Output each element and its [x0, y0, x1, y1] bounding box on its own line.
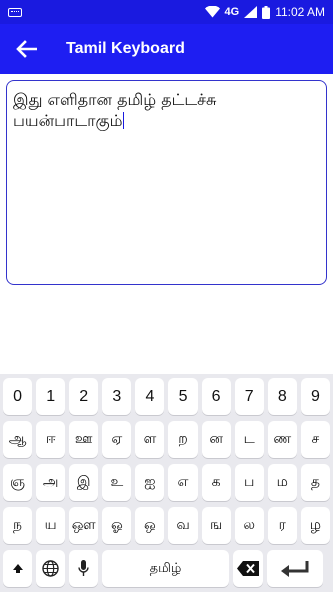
- keyboard-notification-icon: [8, 7, 22, 17]
- letter-key-3[interactable]: ஏ: [102, 421, 132, 458]
- letter-key-5[interactable]: எ: [168, 464, 198, 501]
- letter-key-8[interactable]: ர: [267, 507, 297, 544]
- letter-key-0[interactable]: ந: [3, 507, 33, 544]
- number-key-3[interactable]: 3: [102, 378, 132, 415]
- voice-input-key[interactable]: [69, 550, 98, 587]
- number-key-0[interactable]: 0: [3, 378, 33, 415]
- letter-key-7[interactable]: ப: [234, 464, 264, 501]
- letter-key-3[interactable]: ஓ: [102, 507, 132, 544]
- status-time: 11:02 AM: [275, 5, 325, 19]
- letter-key-8[interactable]: ண: [267, 421, 297, 458]
- letter-key-1[interactable]: ஈ: [36, 421, 66, 458]
- backspace-key[interactable]: [233, 550, 263, 587]
- enter-arrow-icon: [281, 560, 309, 577]
- letter-key-1[interactable]: ய: [36, 507, 66, 544]
- letter-key-1[interactable]: அ: [36, 464, 66, 501]
- back-arrow-icon: [16, 40, 37, 58]
- number-key-5[interactable]: 5: [168, 378, 198, 415]
- enter-key[interactable]: [267, 550, 323, 587]
- space-key[interactable]: தமிழ்: [102, 550, 229, 587]
- tamil-keyboard: 0123456789 ஆஈஊஏளறனடணச ஞஅஇஉஐஎகபமத நயஔஓஒவங…: [0, 374, 333, 592]
- number-key-1[interactable]: 1: [36, 378, 66, 415]
- back-button[interactable]: [0, 24, 52, 74]
- letter-key-5[interactable]: ற: [168, 421, 198, 458]
- network-type: 4G: [224, 6, 240, 18]
- microphone-icon: [78, 560, 89, 576]
- letter-key-8[interactable]: ம: [267, 464, 297, 501]
- letter-key-3[interactable]: உ: [102, 464, 132, 501]
- status-bar: 4G 11:02 AM: [0, 0, 333, 24]
- keyboard-row-2: ஆஈஊஏளறனடணச: [3, 421, 330, 458]
- editor-text: இது எளிதான தமிழ் தட்டச்சு பயன்பாடாகும்: [13, 90, 217, 130]
- letter-key-9[interactable]: ச: [300, 421, 330, 458]
- battery-icon: [262, 5, 271, 19]
- number-key-2[interactable]: 2: [69, 378, 99, 415]
- letter-key-4[interactable]: ஐ: [135, 464, 165, 501]
- letter-key-6[interactable]: ங: [201, 507, 231, 544]
- letter-key-7[interactable]: ல: [234, 507, 264, 544]
- letter-key-4[interactable]: ள: [135, 421, 165, 458]
- backspace-icon: [237, 561, 259, 576]
- letter-key-9[interactable]: ழ: [300, 507, 330, 544]
- wifi-icon: [204, 6, 220, 18]
- keyboard-row-numbers: 0123456789: [3, 378, 330, 415]
- letter-key-6[interactable]: ன: [201, 421, 231, 458]
- keyboard-row-3: ஞஅஇஉஐஎகபமத: [3, 464, 330, 501]
- letter-key-2[interactable]: இ: [69, 464, 99, 501]
- letter-key-0[interactable]: ஞ: [3, 464, 33, 501]
- letter-key-2[interactable]: ஊ: [69, 421, 99, 458]
- text-cursor: [122, 112, 124, 129]
- letter-key-0[interactable]: ஆ: [3, 421, 33, 458]
- number-key-8[interactable]: 8: [267, 378, 297, 415]
- letter-key-9[interactable]: த: [300, 464, 330, 501]
- letter-key-6[interactable]: க: [201, 464, 231, 501]
- page-title: Tamil Keyboard: [66, 40, 185, 57]
- keyboard-row-bottom: தமிழ்: [3, 550, 330, 587]
- letter-key-2[interactable]: ஔ: [69, 507, 99, 544]
- language-key[interactable]: [36, 550, 65, 587]
- number-key-6[interactable]: 6: [201, 378, 231, 415]
- shift-arrow-icon: [12, 564, 23, 573]
- letter-key-7[interactable]: ட: [234, 421, 264, 458]
- signal-icon: [244, 6, 258, 18]
- letter-key-4[interactable]: ஒ: [135, 507, 165, 544]
- number-key-9[interactable]: 9: [300, 378, 330, 415]
- number-key-4[interactable]: 4: [135, 378, 165, 415]
- shift-key[interactable]: [3, 550, 32, 587]
- keyboard-row-4: நயஔஓஒவஙலரழ: [3, 507, 330, 544]
- app-bar: Tamil Keyboard: [0, 24, 333, 74]
- number-key-7[interactable]: 7: [234, 378, 264, 415]
- globe-icon: [42, 560, 59, 577]
- text-input-area[interactable]: இது எளிதான தமிழ் தட்டச்சு பயன்பாடாகும்: [6, 80, 327, 285]
- letter-key-5[interactable]: வ: [168, 507, 198, 544]
